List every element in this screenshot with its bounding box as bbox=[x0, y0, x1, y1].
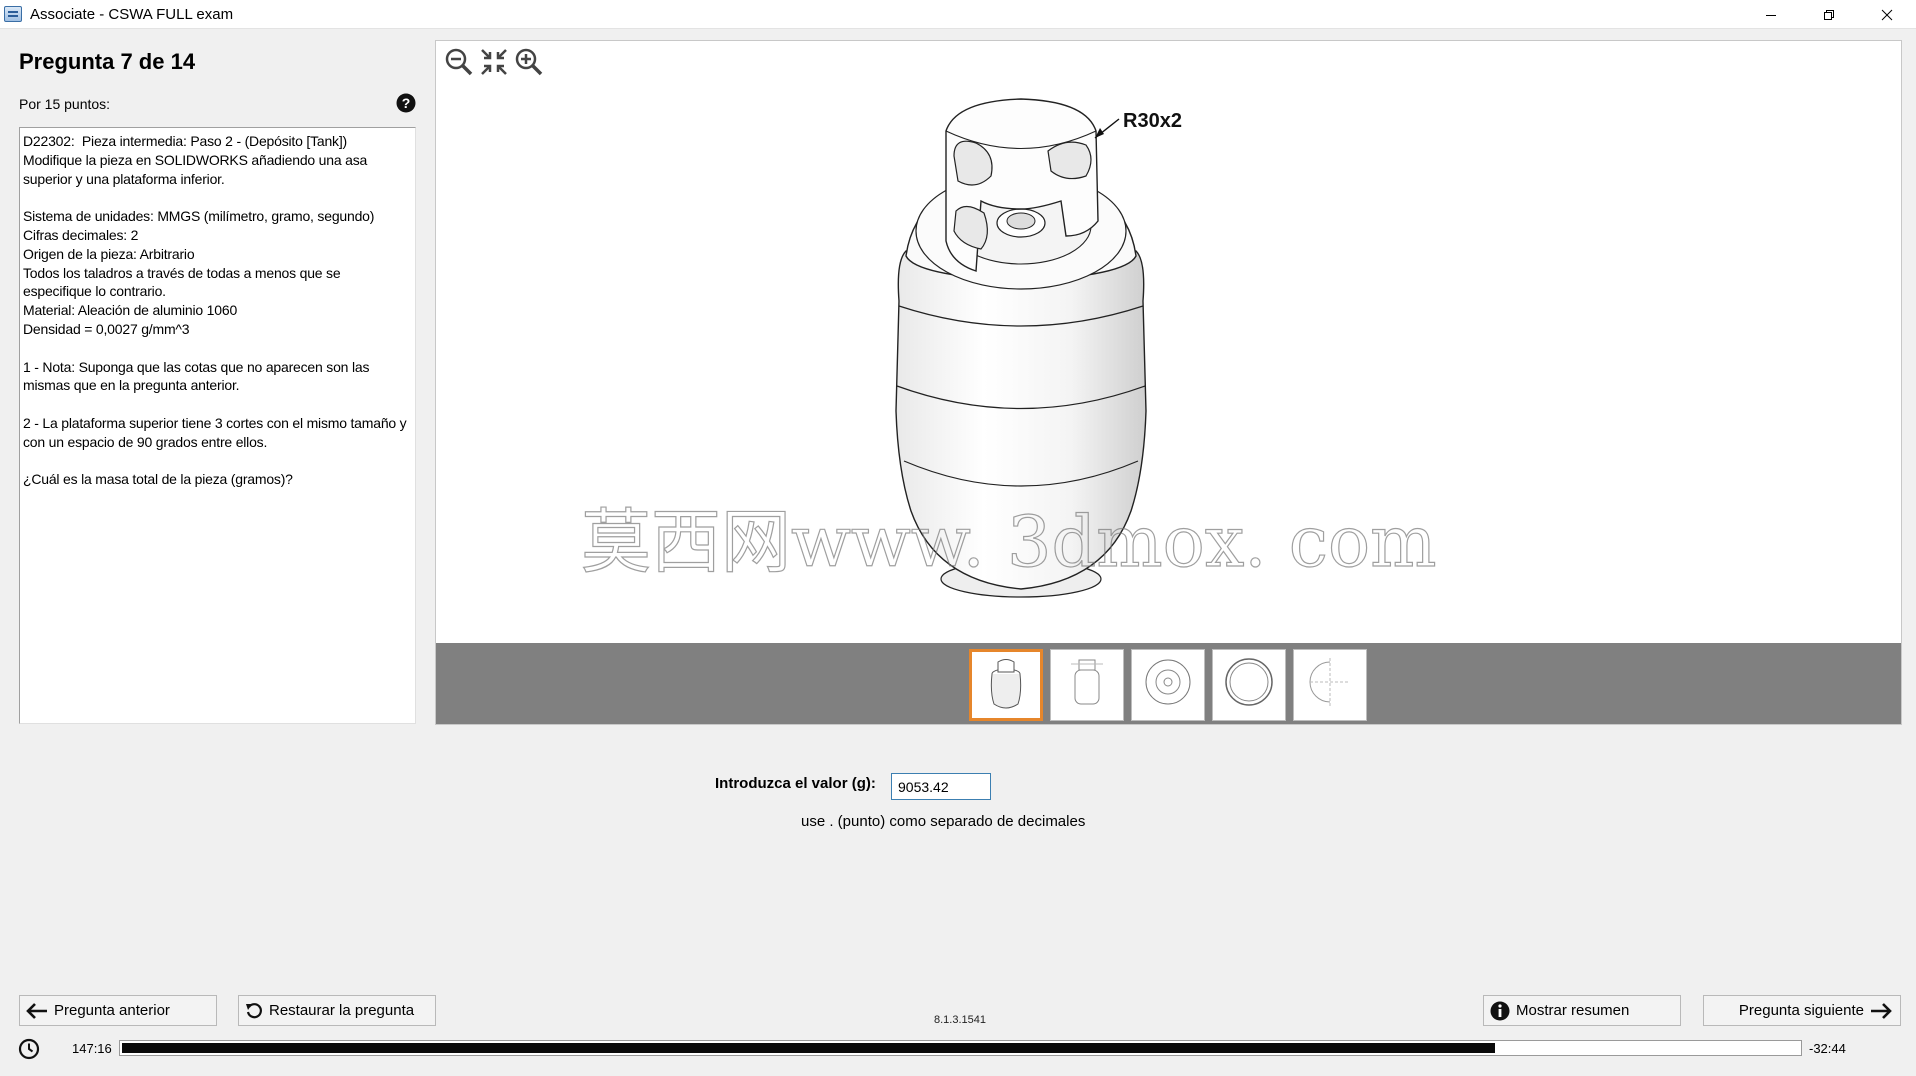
restore-arrow-icon bbox=[246, 1002, 262, 1018]
zoom-in-icon bbox=[515, 48, 543, 76]
time-progress-fill bbox=[122, 1043, 1495, 1053]
question-points: Por 15 puntos: bbox=[19, 96, 111, 112]
app-icon bbox=[4, 6, 22, 22]
thumbnail-5[interactable] bbox=[1293, 649, 1367, 721]
bottom-view-icon bbox=[1225, 658, 1273, 706]
question-title: Pregunta 7 de 14 bbox=[19, 49, 196, 74]
version-number: 8.1.3.1541 bbox=[934, 1014, 986, 1026]
restore-question-button[interactable]: Restaurar la pregunta bbox=[238, 995, 436, 1026]
clock-icon bbox=[18, 1038, 40, 1060]
arrow-left-icon bbox=[26, 1002, 47, 1019]
info-icon bbox=[1490, 1001, 1510, 1020]
image-viewer: R30x2 莫西网www. 3dmox. com bbox=[435, 40, 1902, 725]
answer-hint: use . (punto) como separado de decimales bbox=[801, 813, 1086, 830]
radius-annotation: R30x2 bbox=[1123, 110, 1182, 132]
restore-question-label: Restaurar la pregunta bbox=[269, 1002, 415, 1019]
zoom-out-icon bbox=[445, 48, 473, 76]
answer-input[interactable] bbox=[891, 773, 991, 800]
section-view-icon bbox=[1309, 658, 1350, 708]
answer-label: Introduzca el valor (g): bbox=[715, 775, 876, 792]
fit-icon bbox=[481, 49, 507, 75]
minimize-icon bbox=[1766, 14, 1776, 16]
svg-text:?: ? bbox=[402, 95, 411, 111]
help-icon[interactable]: ? bbox=[396, 93, 416, 113]
watermark: 莫西网www. 3dmox. com bbox=[581, 501, 1437, 583]
window-title: Associate - CSWA FULL exam bbox=[30, 5, 234, 23]
time-elapsed: 147:16 bbox=[72, 1041, 112, 1056]
thumbnail-2[interactable] bbox=[1050, 649, 1124, 721]
zoom-out-button[interactable] bbox=[444, 47, 474, 77]
zoom-in-button[interactable] bbox=[514, 47, 544, 77]
next-question-label: Pregunta siguiente bbox=[1738, 1002, 1864, 1019]
thumbnail-1[interactable] bbox=[969, 649, 1043, 721]
front-view-icon bbox=[1071, 659, 1103, 705]
previous-question-button[interactable]: Pregunta anterior bbox=[19, 995, 217, 1026]
next-question-button[interactable]: Pregunta siguiente bbox=[1703, 995, 1901, 1026]
question-text[interactable]: D22302: Pieza intermedia: Paso 2 - (Depó… bbox=[19, 127, 416, 724]
close-icon bbox=[1881, 9, 1893, 20]
previous-question-label: Pregunta anterior bbox=[54, 1002, 170, 1019]
title-bar: Associate - CSWA FULL exam bbox=[0, 0, 1916, 29]
thumbnail-3[interactable] bbox=[1131, 649, 1205, 721]
top-view-icon bbox=[1145, 659, 1191, 705]
tank-drawing: R30x2 莫西网www. 3dmox. com bbox=[580, 98, 1437, 598]
fit-button[interactable] bbox=[479, 47, 509, 77]
tank-thumbnail-icon bbox=[990, 659, 1022, 709]
time-remaining: -32:44 bbox=[1809, 1041, 1846, 1056]
time-progress-bar bbox=[119, 1040, 1802, 1056]
thumbnail-4[interactable] bbox=[1212, 649, 1286, 721]
thumbnail-strip bbox=[436, 643, 1901, 724]
restore-button[interactable] bbox=[1800, 0, 1858, 29]
drawing-area[interactable]: R30x2 莫西网www. 3dmox. com bbox=[436, 41, 1901, 643]
minimize-button[interactable] bbox=[1742, 0, 1800, 29]
restore-icon bbox=[1824, 9, 1834, 20]
arrow-right-icon bbox=[1871, 1002, 1892, 1019]
window-controls bbox=[1742, 0, 1916, 29]
show-summary-label: Mostrar resumen bbox=[1516, 1002, 1630, 1019]
close-button[interactable] bbox=[1858, 0, 1916, 29]
show-summary-button[interactable]: Mostrar resumen bbox=[1483, 995, 1681, 1026]
zoom-toolbar bbox=[444, 47, 544, 77]
